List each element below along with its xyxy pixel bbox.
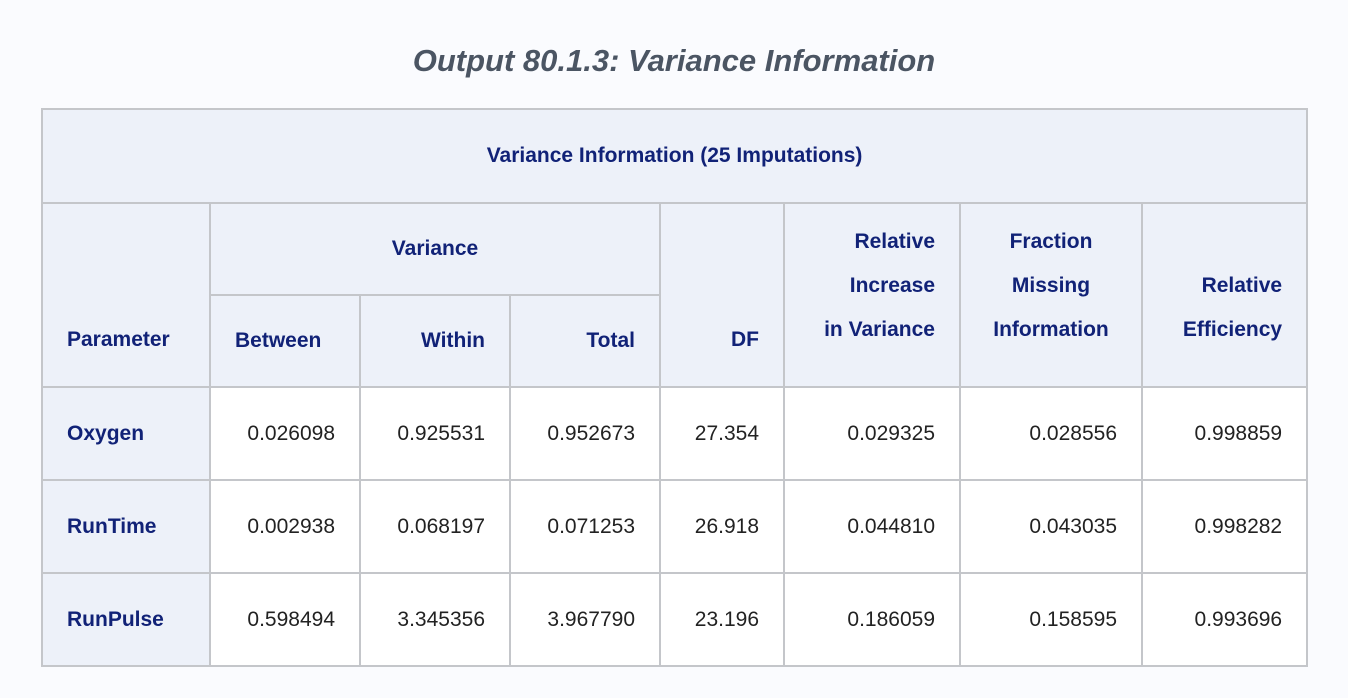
output-title: Output 80.1.3: Variance Information: [412, 43, 936, 78]
cell-within: 0.925531: [359, 386, 511, 481]
header-between: Between: [209, 294, 361, 388]
header-fraction-missing-line1: Fraction: [1009, 230, 1093, 253]
cell-total: 0.071253: [509, 479, 661, 574]
table-row: RunPulse 0.598494 3.345356 3.967790 23.1…: [41, 572, 1309, 667]
header-fraction-missing-line3: Information: [993, 318, 1109, 341]
cell-relative-efficiency: 0.998282: [1140, 479, 1309, 574]
cell-between: 0.026098: [209, 386, 361, 481]
cell-df: 27.354: [659, 386, 785, 481]
cell-between: 0.598494: [209, 572, 361, 667]
cell-relative-efficiency: 0.993696: [1140, 572, 1309, 667]
cell-fraction-missing: 0.028556: [959, 386, 1143, 481]
cell-relative-increase: 0.029325: [783, 386, 961, 481]
variance-information-table: Variance Information (25 Imputations) Pa…: [40, 108, 1309, 667]
cell-relative-increase: 0.044810: [783, 479, 961, 574]
header-relative-efficiency-line1: Relative: [1201, 274, 1283, 297]
cell-total: 3.967790: [509, 572, 661, 667]
cell-df: 26.918: [659, 479, 785, 574]
cell-fraction-missing: 0.158595: [959, 572, 1143, 667]
header-variance-group: Variance: [209, 202, 661, 296]
cell-fraction-missing: 0.043035: [959, 479, 1143, 574]
header-within: Within: [359, 294, 511, 388]
row-parameter: RunPulse: [41, 572, 211, 667]
page: Output 80.1.3: Variance Information Vari…: [0, 0, 1348, 698]
header-relative-efficiency: Relative Efficiency: [1140, 202, 1309, 388]
header-df: DF: [659, 202, 785, 388]
cell-within: 3.345356: [359, 572, 511, 667]
row-parameter: Oxygen: [41, 386, 211, 481]
cell-relative-efficiency: 0.998859: [1140, 386, 1309, 481]
cell-relative-increase: 0.186059: [783, 572, 961, 667]
table-caption: Variance Information (25 Imputations): [40, 108, 1309, 204]
header-relative-increase: Relative Increase in Variance: [783, 202, 961, 388]
header-relative-increase-line2: Increase: [849, 274, 935, 297]
header-relative-increase-line3: in Variance: [824, 318, 935, 341]
cell-between: 0.002938: [209, 479, 361, 574]
row-parameter: RunTime: [41, 479, 211, 574]
table-row: Oxygen 0.026098 0.925531 0.952673 27.354…: [41, 386, 1309, 481]
header-total: Total: [509, 294, 661, 388]
header-relative-increase-line1: Relative: [854, 230, 935, 253]
cell-within: 0.068197: [359, 479, 511, 574]
table-row: RunTime 0.002938 0.068197 0.071253 26.91…: [41, 479, 1309, 574]
cell-df: 23.196: [659, 572, 785, 667]
header-fraction-missing-line2: Missing: [1011, 274, 1091, 297]
header-parameter: Parameter: [41, 202, 211, 388]
cell-total: 0.952673: [509, 386, 661, 481]
header-relative-efficiency-line2: Efficiency: [1182, 318, 1283, 341]
header-fraction-missing: Fraction Missing Information: [959, 202, 1143, 388]
